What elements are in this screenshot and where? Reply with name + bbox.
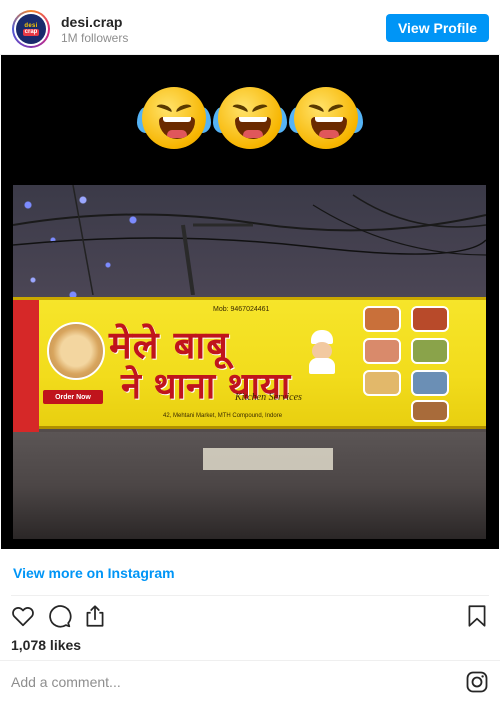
post-media[interactable]: Order Now Mob: 9467024461 मेले बाबू ने थ… [1,55,499,549]
instagram-icon[interactable] [465,670,489,694]
view-more-link[interactable]: View more on Instagram [13,565,175,581]
restaurant-sign: Order Now Mob: 9467024461 मेले बाबू ने थ… [13,297,486,432]
food-image [411,338,449,364]
follower-count: 1M followers [61,31,129,45]
chef-cartoon [305,330,339,374]
sign-mobile-number: Mob: 9467024461 [213,306,270,313]
food-image [411,306,449,332]
share-icon[interactable] [82,603,108,629]
food-image [363,338,401,364]
food-plate-image [47,322,105,380]
face-with-tears-of-joy-icon [213,85,287,151]
face-with-tears-of-joy-icon [289,85,363,151]
sign-subtitle: Kitchen Services [235,392,302,403]
avatar[interactable]: desi crap [12,10,50,48]
comment-icon[interactable] [46,603,72,629]
food-image [363,306,401,332]
divider [11,595,489,596]
divider [0,660,500,661]
username[interactable]: desi.crap [61,14,122,30]
sign-address: 42, Mehtani Market, MTH Compound, Indore [163,413,283,419]
order-now-label: Order Now [43,390,103,404]
food-image [411,400,449,422]
heart-icon[interactable] [10,603,36,629]
food-image [363,370,401,396]
emoji-row [1,85,499,155]
view-profile-button[interactable]: View Profile [386,14,489,42]
shop-sign-photo: Order Now Mob: 9467024461 मेले बाबू ने थ… [13,185,486,539]
avatar-text-bottom: crap [22,28,40,36]
instagram-embed-card: desi crap desi.crap 1M followers View Pr… [0,0,500,705]
avatar-image: desi crap [16,14,46,44]
avatar-text-top: desi [24,22,38,29]
face-with-tears-of-joy-icon [137,85,211,151]
like-count[interactable]: 1,078 likes [11,637,81,653]
bookmark-icon[interactable] [464,603,490,629]
overhead-wires [13,185,486,295]
comment-input[interactable]: Add a comment... [11,674,121,690]
food-image [411,370,449,396]
storefront-below-sign [13,432,486,539]
post-header: desi crap desi.crap 1M followers View Pr… [0,0,500,55]
